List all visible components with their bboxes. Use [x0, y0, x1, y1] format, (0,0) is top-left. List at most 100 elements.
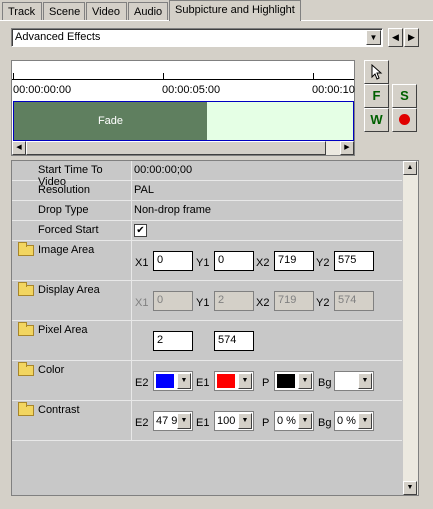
bg-label: Bg: [318, 377, 332, 389]
ruler-tick: [13, 73, 14, 80]
next-effect-button[interactable]: ▶: [404, 28, 419, 47]
property-row-resolution: Resolution PAL: [12, 181, 402, 201]
prev-effect-button[interactable]: ◀: [388, 28, 403, 47]
property-label: Pixel Area: [38, 324, 88, 336]
effects-select-value: Advanced Effects: [15, 31, 101, 43]
time-label: 00:00:05:00: [162, 84, 221, 96]
cursor-icon: [371, 63, 382, 80]
chevron-down-icon[interactable]: ▼: [366, 30, 381, 45]
time-label: 00:00:00:00: [13, 84, 72, 96]
x1-label: X1: [135, 257, 149, 269]
bg-label: Bg: [318, 417, 332, 429]
scroll-left-icon[interactable]: ◀: [12, 141, 26, 155]
chevron-down-icon[interactable]: ▼: [358, 413, 372, 429]
pointer-tool-button[interactable]: [364, 60, 389, 84]
e2-contrast-select[interactable]: 47 9 ▼: [153, 411, 193, 431]
tab-track[interactable]: Track: [2, 2, 42, 21]
folder-icon: [18, 402, 34, 416]
ruler-tick: [163, 73, 164, 80]
x2-label: X2: [256, 257, 270, 269]
property-row-start-time: Start Time To Video 00:00:00;00: [12, 161, 402, 188]
e2-label: E2: [135, 417, 149, 429]
color-swatch: [277, 374, 295, 388]
record-button[interactable]: [392, 108, 417, 132]
effects-select[interactable]: Advanced Effects ▼: [11, 28, 383, 47]
property-row-forced-start: Forced Start ✔: [12, 221, 402, 241]
property-grid: Start Time To Video 00:00:00;00 Resoluti…: [11, 160, 419, 496]
folder-icon: [18, 322, 34, 336]
select-value: 100: [217, 415, 236, 427]
image-x2-input[interactable]: 719: [274, 251, 314, 271]
x1-label: X1: [135, 297, 149, 309]
display-x1-input: 0: [153, 291, 193, 311]
p-label: P: [262, 417, 270, 429]
timeline-scrollbar[interactable]: ◀ ▶: [12, 141, 354, 155]
property-label: Contrast: [38, 404, 80, 416]
pixel-area-start-input[interactable]: 2: [153, 331, 193, 351]
property-row-contrast: Contrast E2 47 9 ▼ E1 100 ▼ P 0 % ▼ Bg 0…: [12, 401, 402, 441]
e1-color-select[interactable]: ▼: [214, 371, 254, 391]
select-value: 0 %: [337, 415, 356, 427]
tab-video[interactable]: Video: [86, 2, 127, 21]
property-row-color: Color E2 ▼ E1 ▼ P ▼ Bg ▼: [12, 361, 402, 401]
resolution-value[interactable]: PAL: [134, 184, 154, 196]
p-contrast-select[interactable]: 0 % ▼: [274, 411, 314, 431]
pixel-area-end-input[interactable]: 574: [214, 331, 254, 351]
image-y2-input[interactable]: 575: [334, 251, 374, 271]
select-value: 47 9: [156, 415, 178, 427]
f-tool-button[interactable]: F: [364, 84, 389, 108]
display-y2-input: 574: [334, 291, 374, 311]
chevron-down-icon[interactable]: ▼: [177, 373, 191, 389]
folder-icon: [18, 362, 34, 376]
effect-track[interactable]: Fade: [13, 101, 354, 141]
p-color-select[interactable]: ▼: [274, 371, 314, 391]
e1-contrast-select[interactable]: 100 ▼: [214, 411, 254, 431]
folder-icon: [18, 242, 34, 256]
property-row-display-area: Display Area X1 0 Y1 2 X2 719 Y2 574: [12, 281, 402, 321]
forced-start-checkbox[interactable]: ✔: [134, 224, 147, 237]
arrow-left-icon: ◀: [392, 32, 399, 42]
y2-label: Y2: [316, 257, 330, 269]
property-grid-scrollbar[interactable]: ▲ ▼: [403, 161, 418, 495]
scroll-down-icon[interactable]: ▼: [403, 481, 417, 495]
property-row-pixel-area: Pixel Area 2 574: [12, 321, 402, 361]
e1-label: E1: [196, 377, 210, 389]
property-row-drop-type: Drop Type Non-drop frame: [12, 201, 402, 221]
y2-label: Y2: [316, 297, 330, 309]
y1-label: Y1: [196, 257, 210, 269]
bg-contrast-select[interactable]: 0 % ▼: [334, 411, 374, 431]
p-label: P: [262, 377, 270, 389]
start-time-value[interactable]: 00:00:00;00: [134, 164, 192, 176]
image-y1-input[interactable]: 0: [214, 251, 254, 271]
chevron-down-icon[interactable]: ▼: [358, 373, 372, 389]
chevron-down-icon[interactable]: ▼: [298, 413, 312, 429]
chevron-down-icon[interactable]: ▼: [238, 373, 252, 389]
property-label: Drop Type: [38, 204, 89, 216]
chevron-down-icon[interactable]: ▼: [177, 413, 191, 429]
chevron-down-icon[interactable]: ▼: [298, 373, 312, 389]
scroll-thumb[interactable]: [26, 141, 326, 155]
w-tool-button[interactable]: W: [364, 108, 389, 132]
color-swatch: [156, 374, 174, 388]
record-icon: [399, 114, 410, 125]
tab-scene[interactable]: Scene: [43, 2, 85, 21]
bg-color-select[interactable]: ▼: [334, 371, 374, 391]
tab-subpicture-highlight[interactable]: Subpicture and Highlight: [169, 0, 301, 21]
chevron-down-icon[interactable]: ▼: [238, 413, 252, 429]
fade-clip[interactable]: Fade: [14, 102, 207, 140]
timeline[interactable]: 00:00:00:00 00:00:05:00 00:00:10 Fade ◀ …: [11, 60, 355, 156]
drop-type-value[interactable]: Non-drop frame: [134, 204, 211, 216]
tab-audio[interactable]: Audio: [128, 2, 168, 21]
time-label: 00:00:10: [312, 84, 355, 96]
e2-color-select[interactable]: ▼: [153, 371, 193, 391]
property-label: Display Area: [38, 284, 100, 296]
select-value: 0 %: [277, 415, 296, 427]
image-x1-input[interactable]: 0: [153, 251, 193, 271]
s-tool-button[interactable]: S: [392, 84, 417, 108]
scroll-up-icon[interactable]: ▲: [403, 161, 417, 175]
property-label: Forced Start: [38, 224, 99, 236]
time-ruler: [12, 79, 354, 80]
s-icon: S: [400, 88, 409, 103]
property-row-image-area: Image Area X1 0 Y1 0 X2 719 Y2 575: [12, 241, 402, 281]
scroll-right-icon[interactable]: ▶: [340, 141, 354, 155]
